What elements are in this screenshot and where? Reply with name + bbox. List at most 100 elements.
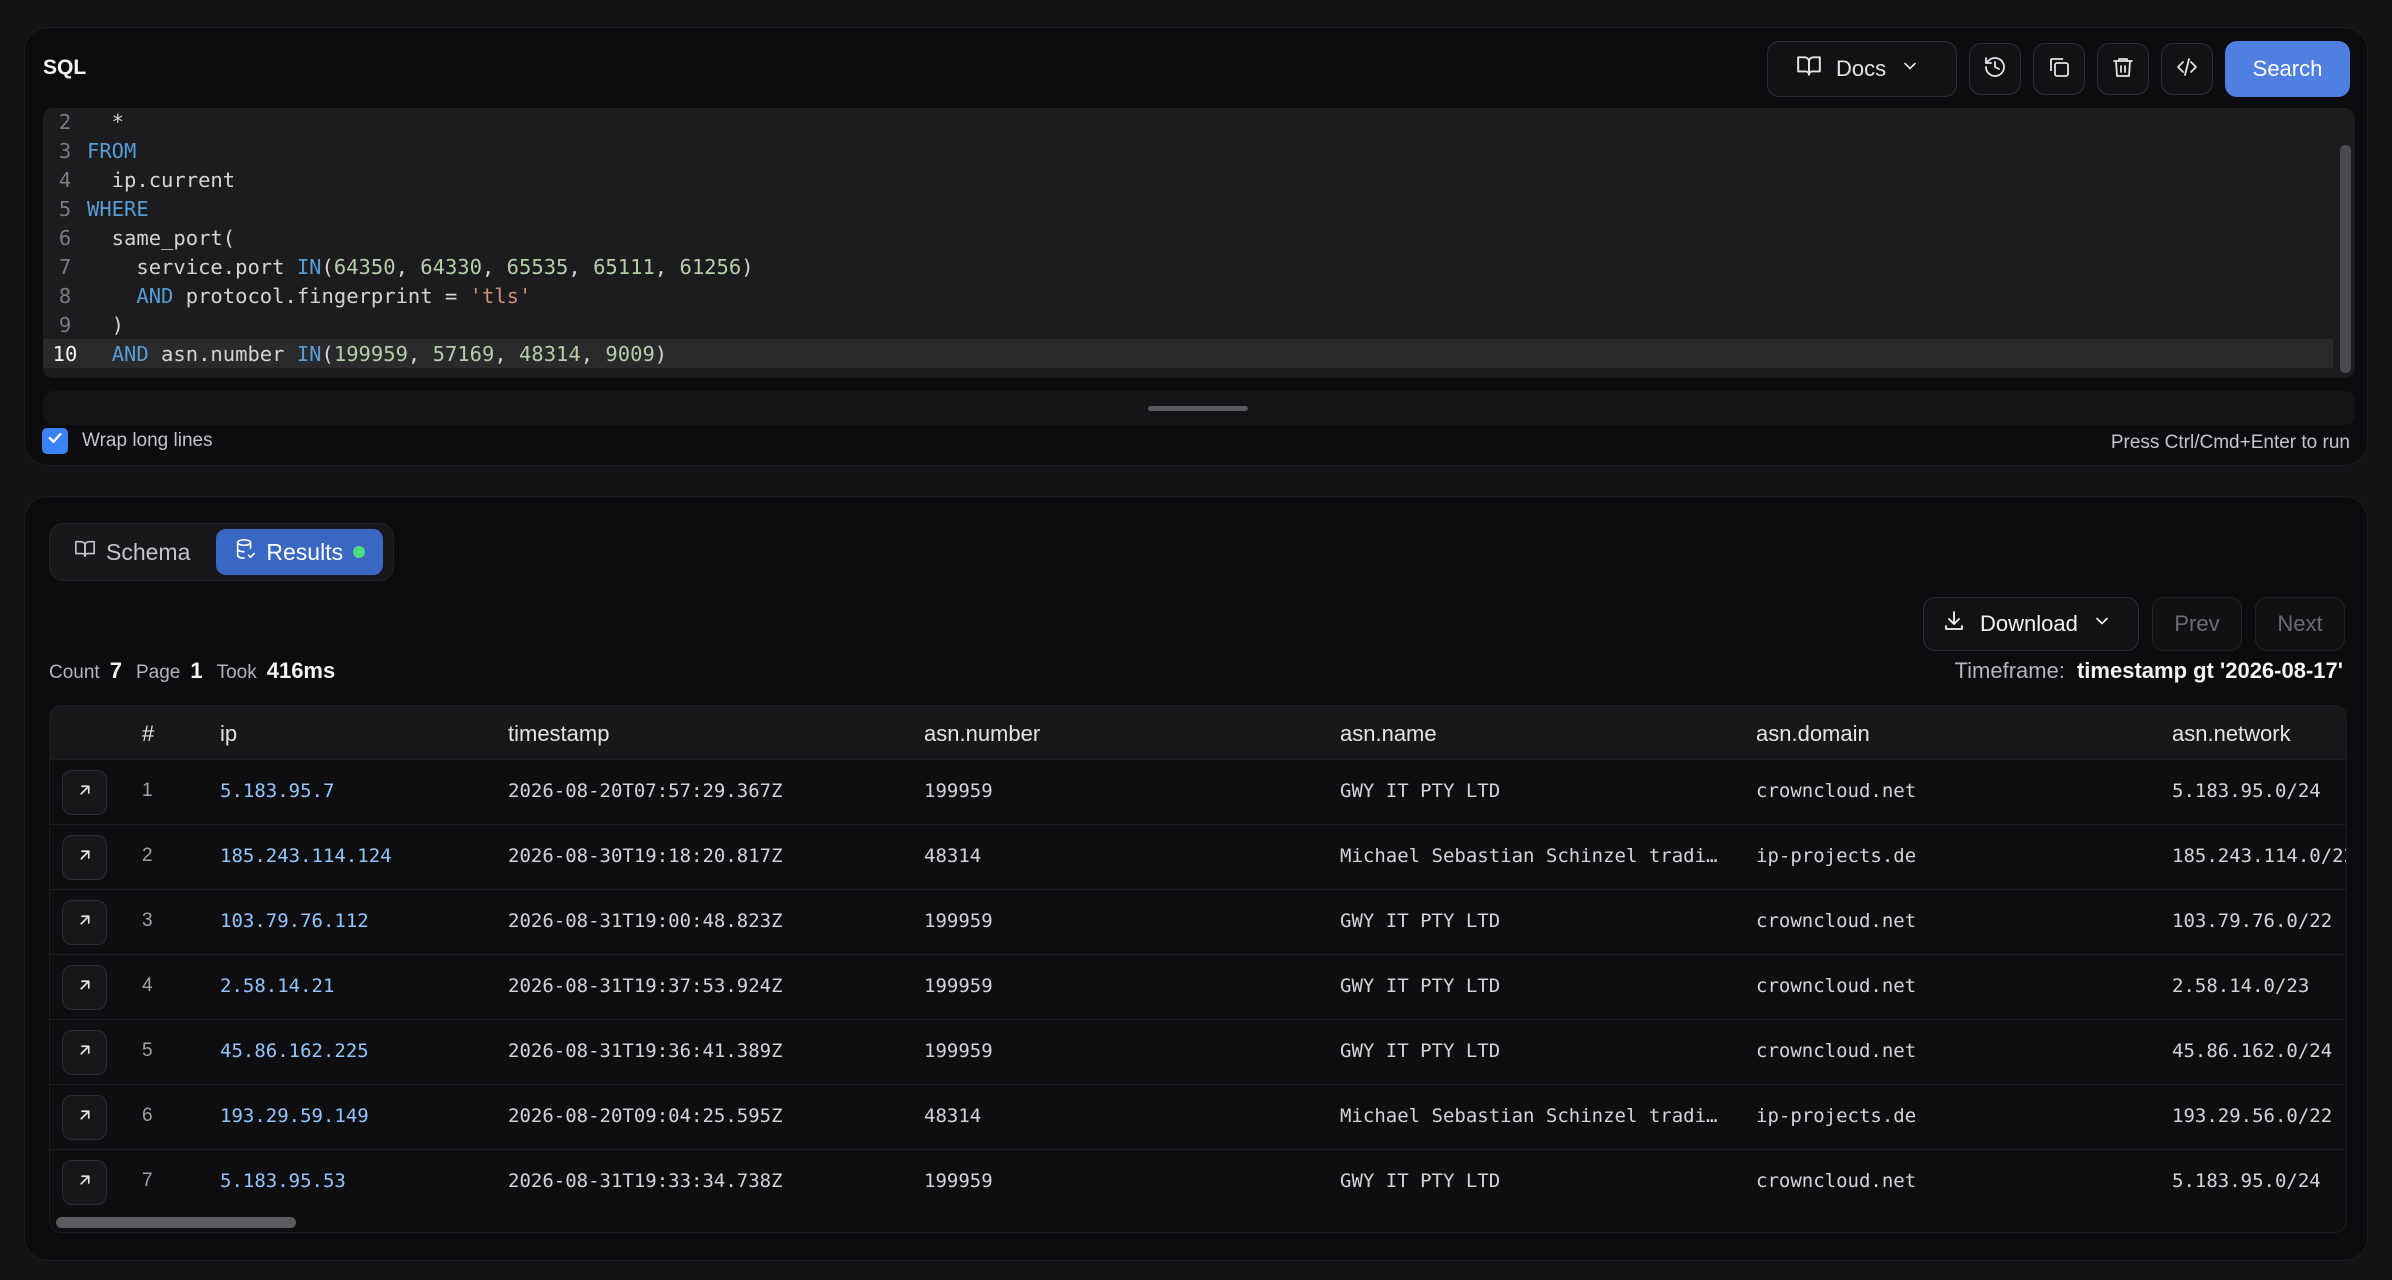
count-label: Count [49, 662, 100, 683]
editor-scrollbar-thumb[interactable] [2340, 145, 2351, 373]
table-cell: 48314 [924, 845, 982, 867]
table-cell: 45.86.162.0/24 [2172, 1040, 2333, 1062]
results-panel: Schema Results Download Prev Next Count … [24, 496, 2368, 1261]
search-button[interactable]: Search [2225, 41, 2350, 97]
chevron-down-icon [1900, 56, 1920, 82]
table-cell: GWY IT PTY LTD [1340, 1170, 1501, 1192]
history-button[interactable] [1969, 43, 2021, 95]
took-label: Took [216, 662, 257, 683]
sql-editor[interactable]: 2 * 3 FROM 4 ip.current 5 WHERE 6 same_por… [43, 108, 2355, 378]
table-cell: 5.183.95.0/24 [2172, 780, 2321, 802]
ip-link[interactable]: 45.86.162.225 [220, 1040, 369, 1062]
copy-icon [2047, 55, 2071, 84]
tab-results[interactable]: Results [216, 529, 384, 575]
resize-grip[interactable] [1148, 406, 1248, 411]
docs-label: Docs [1836, 56, 1887, 81]
ip-link[interactable]: 193.29.59.149 [220, 1105, 369, 1127]
code-text: AND asn.number IN(199959, 57169, 48314, … [111, 341, 668, 366]
table-cell: crowncloud.net [1756, 1170, 1917, 1192]
wrap-lines-toggle[interactable]: Wrap long lines [42, 428, 213, 454]
table-row[interactable]: 2 185.243.114.124 2026-08-30T19:18:20.817Z… [50, 824, 2347, 889]
ip-link[interactable]: 5.183.95.53 [220, 1170, 346, 1192]
table-cell: GWY IT PTY LTD [1340, 910, 1501, 932]
check-icon [46, 429, 64, 453]
table-cell: GWY IT PTY LTD [1340, 1040, 1501, 1062]
arrow-up-right-icon [76, 976, 94, 999]
arrow-up-right-icon [76, 1041, 94, 1064]
table-cell: 2.58.14.0/23 [2172, 975, 2310, 997]
table-horizontal-scrollbar[interactable] [56, 1217, 296, 1228]
table-row[interactable]: 5 45.86.162.225 2026-08-31T19:36:41.389Z 19… [50, 1019, 2346, 1084]
ip-link[interactable]: 185.243.114.124 [220, 845, 392, 867]
table-cell: Michael Sebastian Schinzel tradi… [1340, 845, 1718, 867]
table-cell: GWY IT PTY LTD [1340, 975, 1501, 997]
column-header: asn.network [2172, 721, 2291, 746]
table-cell: 4 [142, 975, 153, 996]
results-table: # ip timestamp asn.number asn.name asn.d… [49, 705, 2347, 1233]
arrow-up-right-icon [76, 911, 94, 934]
code-text: service.port IN(64350, 64330, 65535, 651… [87, 254, 754, 279]
code-text: ip.current [87, 167, 236, 192]
book-icon [1796, 53, 1822, 85]
panel-title: SQL [43, 56, 87, 79]
ip-link[interactable]: 103.79.76.112 [220, 910, 369, 932]
line-number: 3 [58, 138, 72, 163]
delete-button[interactable] [2097, 43, 2149, 95]
result-stats: Count 7 Page 1 Took 416ms [49, 658, 349, 684]
result-tabs: Schema Results [49, 523, 394, 581]
code-line: 5 WHERE [43, 194, 2333, 223]
download-label: Download [1980, 611, 2078, 636]
table-cell: crowncloud.net [1756, 910, 1917, 932]
table-cell: crowncloud.net [1756, 1040, 1917, 1062]
code-text: AND protocol.fingerprint = 'tls' [136, 283, 532, 308]
sql-panel: SQL Docs Search 2 * 3 FROM 4 ip.current … [24, 27, 2368, 466]
table-cell: 2026-08-31T19:00:48.823Z [508, 910, 783, 932]
embed-code-button[interactable] [2161, 43, 2213, 95]
arrow-up-right-icon [76, 846, 94, 869]
docs-dropdown-button[interactable]: Docs [1767, 41, 1957, 97]
open-row-button[interactable] [62, 965, 107, 1010]
code-line: 8 AND protocol.fingerprint = 'tls' [43, 281, 2333, 310]
line-number: 10 [52, 341, 78, 366]
next-page-button[interactable]: Next [2255, 597, 2345, 651]
table-row[interactable]: 3 103.79.76.112 2026-08-31T19:00:48.823Z 19… [50, 889, 2346, 954]
code-line: 9 ) [43, 310, 2333, 339]
took-value: 416ms [266, 658, 336, 683]
table-cell: 185.243.114.0/22 [2172, 845, 2347, 867]
open-row-button[interactable] [62, 900, 107, 945]
open-row-button[interactable] [62, 770, 107, 815]
copy-button[interactable] [2033, 43, 2085, 95]
table-row[interactable]: 6 193.29.59.149 2026-08-20T09:04:25.595Z 48… [50, 1084, 2346, 1149]
line-number: 4 [58, 167, 72, 192]
ip-link[interactable]: 5.183.95.7 [220, 780, 334, 802]
table-cell: 2026-08-20T07:57:29.367Z [508, 780, 783, 802]
download-icon [1942, 609, 1966, 639]
line-number: 5 [58, 196, 72, 221]
table-row[interactable]: 1 5.183.95.7 2026-08-20T07:57:29.367Z 19995… [50, 759, 2346, 824]
wrap-lines-checkbox[interactable] [42, 428, 68, 454]
active-code-line: 10 AND asn.number IN(199959, 57169, 4831… [43, 339, 2333, 368]
page-label: Page [135, 662, 181, 683]
table-cell: 199959 [924, 780, 993, 802]
download-dropdown-button[interactable]: Download [1923, 597, 2139, 651]
book-icon [74, 538, 96, 566]
prev-page-button[interactable]: Prev [2152, 597, 2242, 651]
code-text: WHERE [87, 196, 149, 221]
open-row-button[interactable] [62, 835, 107, 880]
open-row-button[interactable] [62, 1095, 107, 1140]
table-row[interactable]: 7 5.183.95.53 2026-08-31T19:33:34.738Z 1999… [50, 1149, 2346, 1214]
wrap-lines-label: Wrap long lines [82, 430, 213, 451]
column-header: asn.domain [1756, 721, 1870, 746]
editor-resize-handle[interactable] [43, 391, 2355, 425]
table-cell: 103.79.76.0/22 [2172, 910, 2333, 932]
code-text: FROM [87, 138, 137, 163]
column-header: asn.number [924, 721, 1041, 746]
editor-scrollbar[interactable] [2337, 108, 2355, 378]
table-row[interactable]: 4 2.58.14.21 2026-08-31T19:37:53.924Z 19995… [50, 954, 2346, 1019]
column-header: # [142, 721, 155, 746]
open-row-button[interactable] [62, 1030, 107, 1075]
ip-link[interactable]: 2.58.14.21 [220, 975, 334, 997]
tab-schema[interactable]: Schema [56, 529, 208, 575]
timeframe: Timeframe: timestamp gt '2026-08-17' [1955, 658, 2343, 684]
open-row-button[interactable] [62, 1160, 107, 1205]
